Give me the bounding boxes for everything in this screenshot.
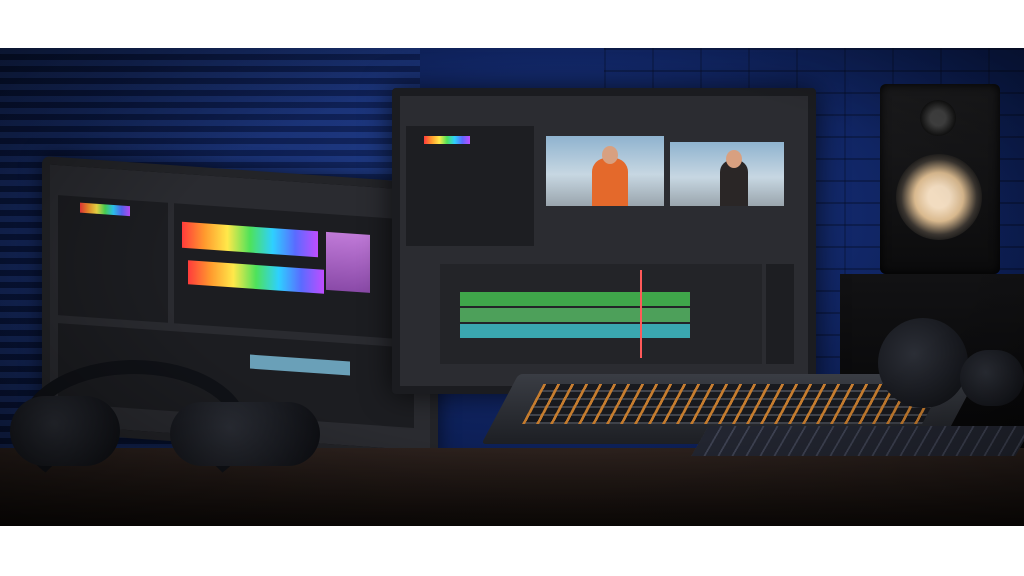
headphones-cup-right bbox=[170, 402, 320, 466]
video-track-2 bbox=[460, 308, 690, 322]
source-monitor-preview bbox=[546, 136, 664, 206]
monitor-project-panel bbox=[406, 126, 534, 246]
monitor-screen bbox=[392, 88, 816, 394]
headphones-right bbox=[870, 310, 1024, 420]
monitor-timeline bbox=[440, 264, 762, 364]
preview-subject-orange bbox=[592, 158, 628, 206]
laptop-scope-panel bbox=[326, 231, 370, 293]
preview-subject-head bbox=[602, 146, 618, 164]
program-monitor-preview bbox=[670, 142, 784, 206]
studio-scene bbox=[0, 48, 1024, 526]
video-track-1 bbox=[460, 292, 690, 306]
desk-keyboard bbox=[691, 426, 1024, 456]
monitor-color-swatch bbox=[424, 136, 470, 144]
monitor-editor-ui bbox=[400, 96, 808, 386]
headphones-left bbox=[0, 360, 330, 498]
speaker-woofer bbox=[896, 154, 982, 240]
studio-speaker bbox=[880, 84, 1000, 274]
headphones-right-cup bbox=[878, 318, 968, 408]
timeline-playhead bbox=[640, 270, 642, 358]
headphones-right-band bbox=[960, 350, 1024, 406]
audio-track bbox=[460, 324, 690, 338]
speaker-tweeter bbox=[920, 100, 956, 136]
headphones-cup-left bbox=[10, 396, 120, 466]
preview-subject-head-2 bbox=[726, 150, 742, 168]
monitor-meter-panel bbox=[766, 264, 794, 364]
